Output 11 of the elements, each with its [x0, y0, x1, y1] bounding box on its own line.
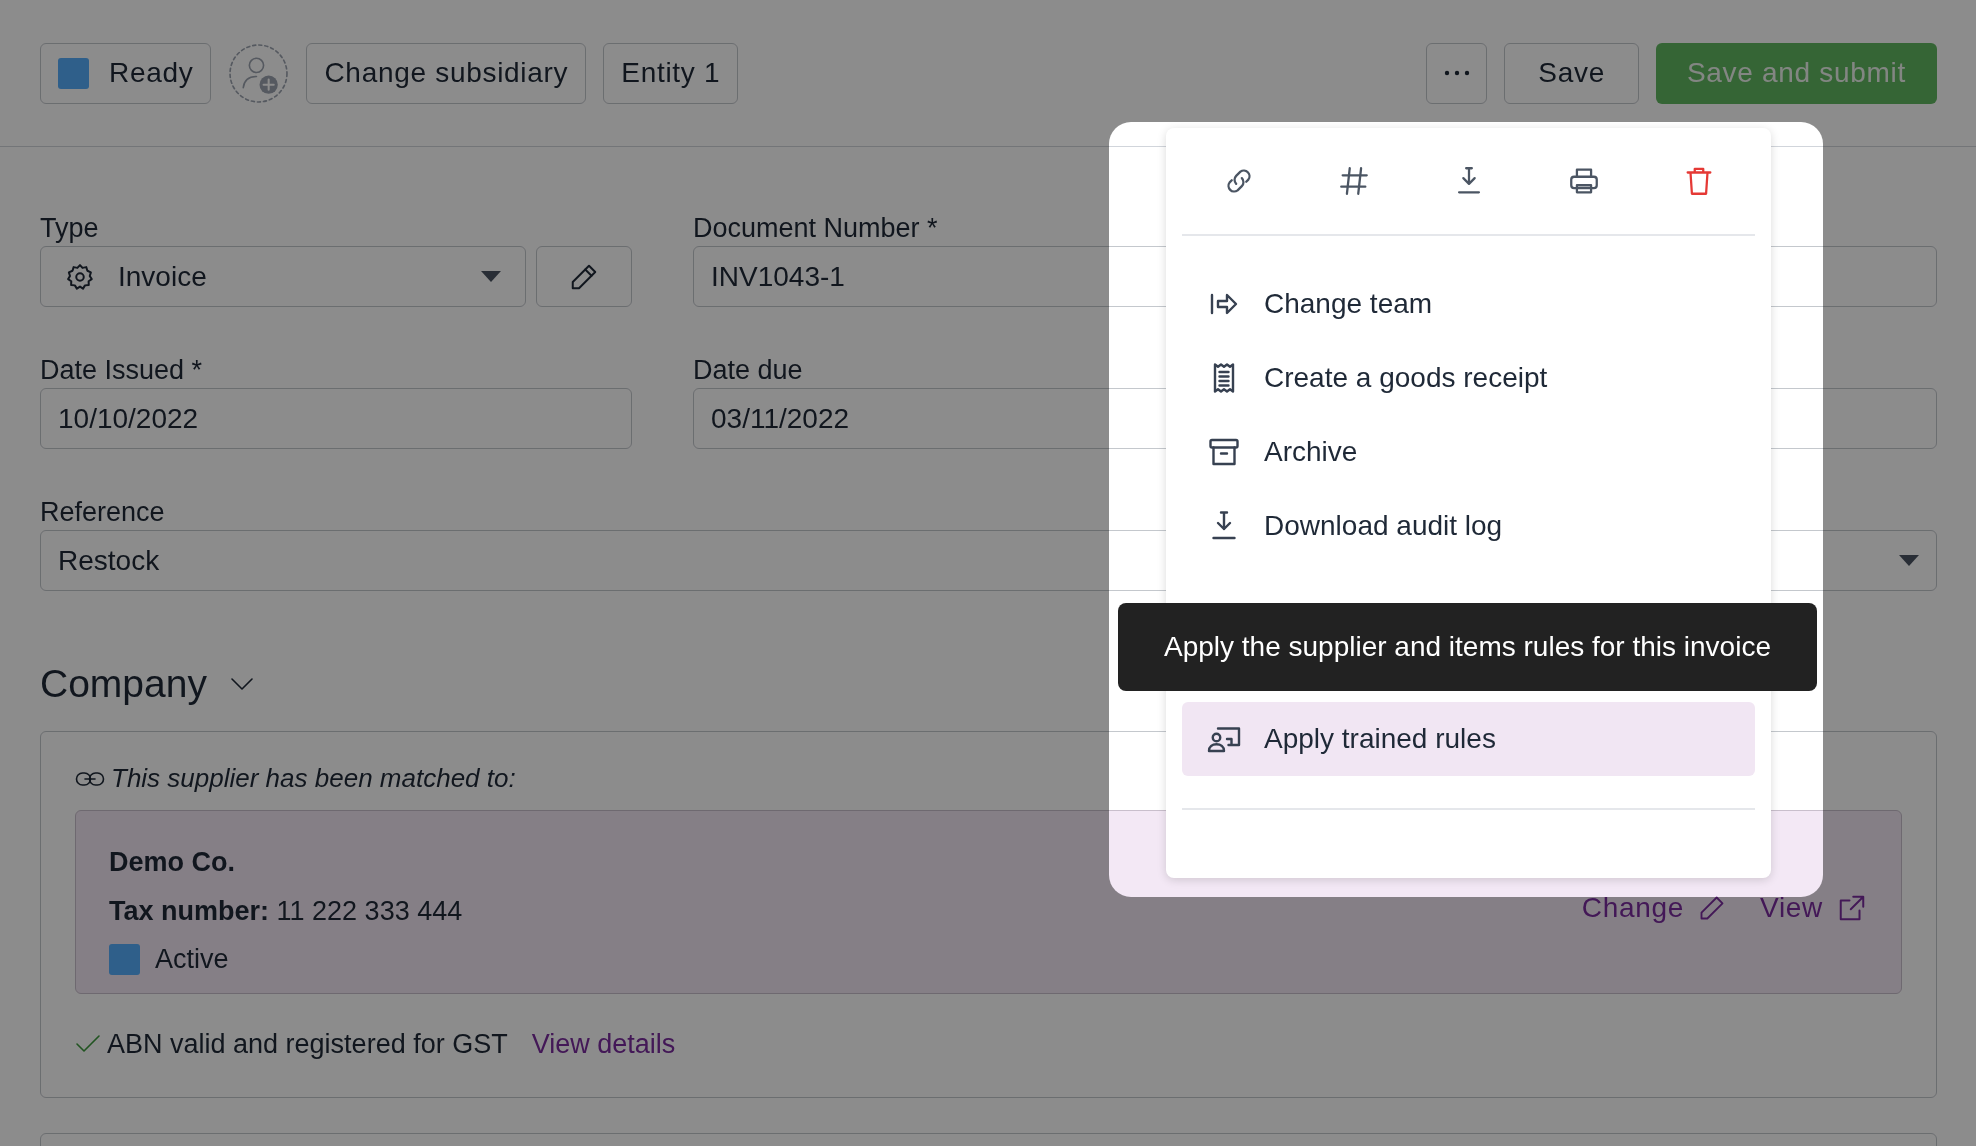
- status-text: Active: [155, 943, 229, 976]
- field-label: Reference: [40, 496, 165, 529]
- tooltip: Apply the supplier and items rules for this invoice: [1118, 603, 1817, 691]
- field-label: Date Issued *: [40, 354, 203, 387]
- matched-text: This supplier has been matched to:: [111, 762, 516, 795]
- tax-number: Tax number: 11 222 333 444: [109, 894, 463, 928]
- field-label: Type: [40, 212, 99, 245]
- field-label: Document Number *: [693, 212, 938, 245]
- supplier-name: Demo Co.: [109, 846, 236, 879]
- abn-status-text: ABN valid and registered for GST: [107, 1028, 508, 1061]
- field-label: Date due: [693, 354, 803, 387]
